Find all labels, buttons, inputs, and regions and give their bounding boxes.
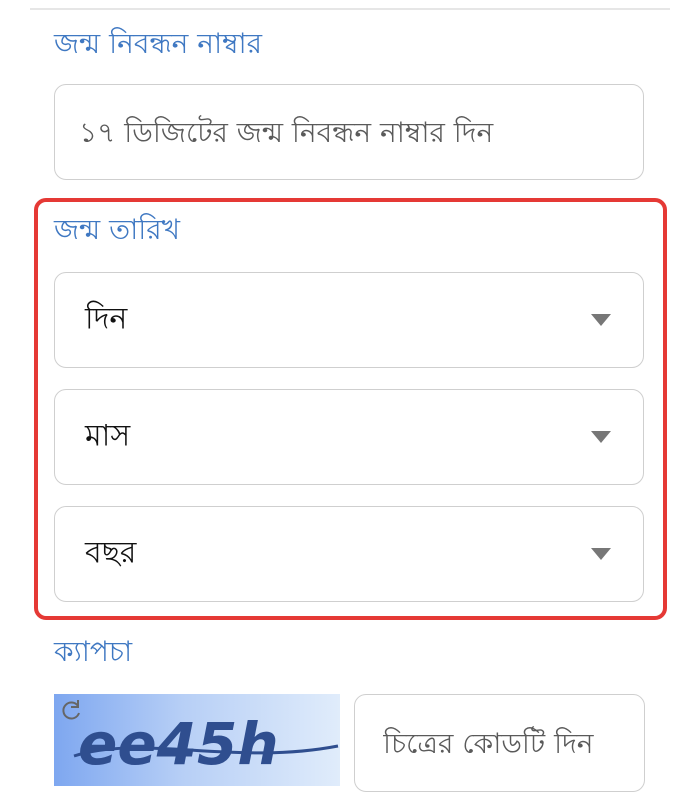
captcha-image: ee45h xyxy=(54,694,340,786)
month-select-value: মাস xyxy=(85,418,131,454)
captcha-graphic: ee45h xyxy=(73,710,339,778)
year-select-value: বছর xyxy=(85,535,137,571)
captcha-input-wrapper xyxy=(354,694,645,792)
day-select-value: দিন xyxy=(85,301,128,337)
captcha-input[interactable] xyxy=(355,695,644,791)
dob-label: জন্ম তারিখ xyxy=(54,213,181,246)
registration-number-field-wrapper xyxy=(54,84,644,180)
chevron-down-icon xyxy=(591,431,611,443)
refresh-icon[interactable] xyxy=(58,698,84,724)
registration-number-label: জন্ম নিবন্ধন নাম্বার xyxy=(54,27,263,60)
captcha-text: ee45h xyxy=(78,710,279,778)
chevron-down-icon xyxy=(591,314,611,326)
registration-number-input[interactable] xyxy=(55,85,643,179)
chevron-down-icon xyxy=(591,548,611,560)
top-divider xyxy=(30,8,670,10)
captcha-label: ক্যাপচা xyxy=(54,635,133,668)
birth-registration-form: জন্ম নিবন্ধন নাম্বার জন্ম তারিখ দিন মাস … xyxy=(0,0,700,800)
day-select[interactable]: দিন xyxy=(54,272,644,368)
month-select[interactable]: মাস xyxy=(54,389,644,485)
year-select[interactable]: বছর xyxy=(54,506,644,602)
